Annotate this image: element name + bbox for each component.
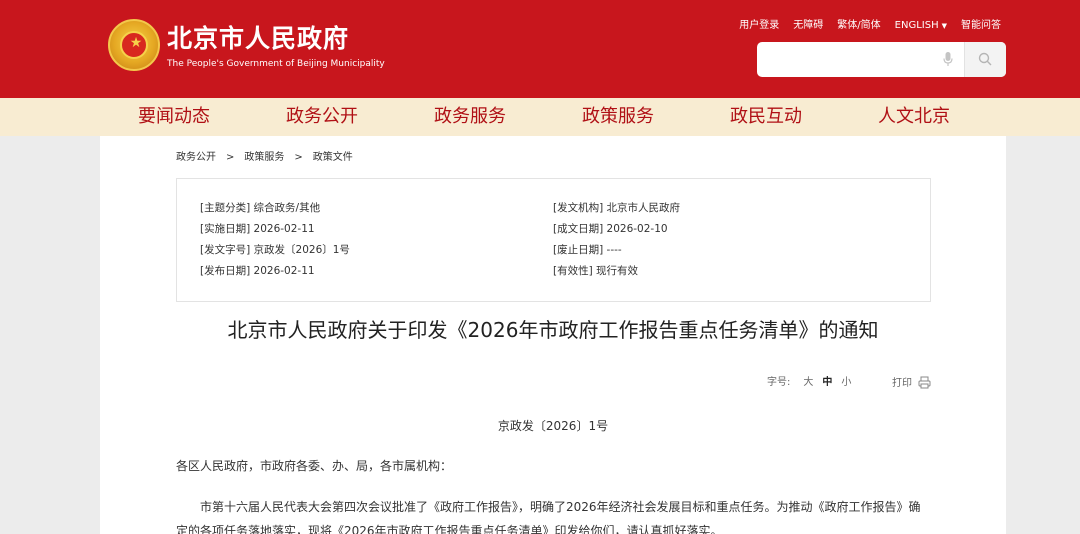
microphone-icon[interactable] xyxy=(943,52,953,67)
font-size-switcher: 字号: 大中小 xyxy=(767,376,860,390)
nav-item-policy-services[interactable]: 政策服务 xyxy=(582,106,654,128)
breadcrumb-item[interactable]: 政策文件 xyxy=(313,152,353,163)
body-paragraph: 市第十六届人民代表大会第四次会议批准了《政府工作报告》，明确了2026年经济社会… xyxy=(176,500,921,534)
nav-item-culture[interactable]: 人文北京 xyxy=(878,106,950,128)
search-input[interactable] xyxy=(765,49,935,69)
document-metadata: [主题分类] 综合政务/其他 [发文机构] 北京市人民政府 [实施日期] 202… xyxy=(176,178,931,302)
breadcrumb-item[interactable]: 政务公开 xyxy=(176,152,216,163)
font-size-large[interactable]: 大 xyxy=(803,377,813,388)
meta-validity: [有效性] 现行有效 xyxy=(553,265,639,277)
meta-created-date: [成文日期] 2026-02-10 xyxy=(553,223,668,235)
login-link[interactable]: 用户登录 xyxy=(739,19,779,33)
breadcrumb-separator: > xyxy=(226,152,235,163)
breadcrumb-separator: > xyxy=(294,152,303,163)
meta-repeal-date: [废止日期] ---- xyxy=(553,244,622,256)
accessibility-link[interactable]: 无障碍 xyxy=(793,19,823,33)
english-label: ENGLISH xyxy=(894,20,939,31)
meta-doc-number: [发文字号] 京政发〔2026〕1号 xyxy=(200,244,350,256)
english-link[interactable]: ENGLISH ▼ xyxy=(895,19,947,33)
print-label: 打印 xyxy=(892,378,912,389)
article-title: 北京市人民政府关于印发《2026年市政府工作报告重点任务清单》的通知 xyxy=(227,318,879,342)
main-nav: 要闻动态 政务公开 政务服务 政策服务 政民互动 人文北京 xyxy=(0,98,1080,136)
meta-topic: [主题分类] 综合政务/其他 xyxy=(200,202,321,214)
content-panel: 政务公开 > 政策服务 > 政策文件 [主题分类] 综合政务/其他 [发文机构] 北京市… xyxy=(100,136,1006,534)
nav-item-news[interactable]: 要闻动态 xyxy=(138,106,210,128)
font-size-label: 字号: xyxy=(767,377,791,388)
search-icon xyxy=(978,52,992,66)
site-header: ★ 北京市人民政府 The People's Government of Bei… xyxy=(0,0,1080,98)
caret-down-icon: ▼ xyxy=(941,22,947,30)
addressee: 各区人民政府，市政府各委、办、局，各市属机构： xyxy=(176,459,453,473)
traditional-simplified-link[interactable]: 繁体/简体 xyxy=(837,19,880,33)
font-size-small[interactable]: 小 xyxy=(841,377,851,388)
printer-icon xyxy=(918,376,931,389)
meta-effective-date: [实施日期] 2026-02-11 xyxy=(200,223,315,235)
nav-item-government-services[interactable]: 政务服务 xyxy=(434,106,506,128)
top-links: 用户登录 无障碍 繁体/简体 ENGLISH ▼ 智能问答 xyxy=(725,19,1001,33)
site-title[interactable]: 北京市人民政府 xyxy=(167,24,349,54)
meta-publish-date: [发布日期] 2026-02-11 xyxy=(200,265,315,277)
site-subtitle: The People's Government of Beijing Munic… xyxy=(167,59,385,69)
smart-qa-link[interactable]: 智能问答 xyxy=(961,19,1001,33)
nav-item-interaction[interactable]: 政民互动 xyxy=(730,106,802,128)
breadcrumb: 政务公开 > 政策服务 > 政策文件 xyxy=(176,151,353,165)
print-button[interactable]: 打印 xyxy=(892,376,931,391)
search-button[interactable] xyxy=(965,42,1006,77)
meta-issuer: [发文机构] 北京市人民政府 xyxy=(553,202,681,214)
national-emblem-icon[interactable]: ★ xyxy=(108,19,160,71)
breadcrumb-item[interactable]: 政策服务 xyxy=(244,152,284,163)
search-box xyxy=(757,42,1006,77)
document-number: 京政发〔2026〕1号 xyxy=(497,419,609,433)
nav-item-government-affairs[interactable]: 政务公开 xyxy=(286,106,358,128)
font-size-medium[interactable]: 中 xyxy=(822,377,832,388)
